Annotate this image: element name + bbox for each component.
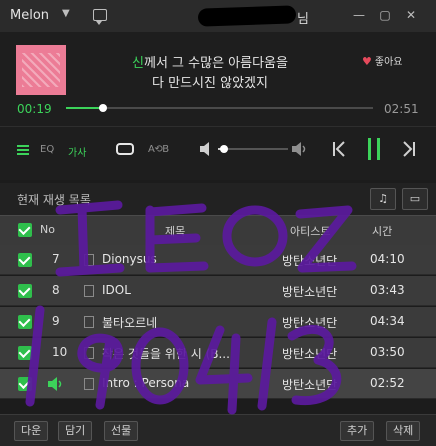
music-list-view-icon[interactable]: ♫	[370, 188, 396, 210]
minimize-button[interactable]: —	[352, 8, 366, 22]
row-title[interactable]: 불타오르네	[102, 314, 272, 331]
app-menu-caret-icon[interactable]: ▼	[62, 8, 70, 19]
music-file-icon	[84, 347, 94, 359]
seek-progress	[66, 107, 103, 109]
divider	[0, 126, 436, 127]
video-view-icon[interactable]: ▭	[402, 188, 428, 210]
row-checkbox[interactable]	[18, 377, 32, 391]
row-time: 03:43	[370, 283, 405, 297]
add-button[interactable]: 추가	[340, 421, 375, 441]
lyric-line-1-rest: 께서 그 수많은 아름다움을	[144, 56, 288, 71]
row-number: 8	[52, 283, 60, 297]
volume-max-icon[interactable]	[292, 142, 308, 156]
row-time: 04:34	[370, 314, 405, 328]
row-time: 04:10	[370, 252, 405, 266]
seek-bar[interactable]	[66, 104, 373, 112]
row-title[interactable]: IDOL	[102, 283, 272, 297]
app-logo[interactable]: Melon	[10, 8, 49, 23]
row-checkbox[interactable]	[18, 346, 32, 360]
row-artist[interactable]: 방탄소년단	[282, 376, 337, 393]
music-file-icon	[84, 254, 94, 266]
row-checkbox[interactable]	[18, 315, 32, 329]
volume-slider[interactable]	[218, 145, 288, 153]
col-artist[interactable]: 아티스트	[290, 223, 330, 239]
table-row[interactable]: 7 Dionysus 방탄소년단 04:10	[0, 245, 436, 275]
row-title[interactable]: Intro : Persona	[102, 376, 272, 390]
current-time: 00:19	[17, 102, 52, 116]
username-suffix: 님	[297, 12, 309, 27]
row-artist[interactable]: 방탄소년단	[282, 314, 337, 331]
album-art[interactable]	[16, 45, 66, 95]
footer-bar: 다운 담기 선물 추가 삭제	[0, 414, 436, 446]
add-to-list-button[interactable]: 담기	[58, 421, 93, 441]
row-checkbox[interactable]	[18, 253, 32, 267]
music-file-icon	[84, 285, 94, 297]
repeat-icon[interactable]	[116, 143, 134, 155]
speaker-icon[interactable]	[200, 142, 212, 156]
total-time: 02:51	[384, 102, 419, 116]
row-title[interactable]: Dionysus	[102, 252, 272, 266]
table-row-playing[interactable]: Intro : Persona 방탄소년단 02:52	[0, 369, 436, 399]
playlist-header: 현재 재생 목록 ♫ ▭	[0, 183, 436, 215]
row-number: 7	[52, 252, 60, 266]
now-playing-speaker-icon	[48, 377, 62, 391]
music-file-icon	[84, 378, 94, 390]
next-icon[interactable]	[402, 140, 416, 158]
eq-button[interactable]: EQ	[40, 144, 54, 155]
like-button[interactable]: ♥ 좋아요	[362, 53, 402, 68]
row-artist[interactable]: 방탄소년단	[282, 345, 337, 362]
delete-button[interactable]: 삭제	[386, 421, 421, 441]
lyric-line-2: 다 만드시진 않았겠지	[152, 76, 268, 91]
player-panel: 신께서 그 수많은 아름다움을 다 만드시진 않았겠지 ♥ 좋아요 00:19 0…	[0, 32, 436, 180]
col-time[interactable]: 시간	[372, 223, 392, 239]
maximize-button[interactable]: ▢	[378, 8, 392, 22]
previous-icon[interactable]	[332, 140, 346, 158]
volume-handle[interactable]	[219, 145, 228, 153]
col-title[interactable]: 제목	[165, 223, 185, 239]
heart-icon: ♥	[362, 55, 372, 68]
music-file-icon	[84, 316, 94, 328]
chat-icon[interactable]	[93, 9, 107, 25]
gift-button[interactable]: 선물	[104, 421, 139, 441]
row-artist[interactable]: 방탄소년단	[282, 252, 337, 269]
title-bar: Melon ▼ 님 — ▢ ✕	[0, 0, 436, 32]
row-checkbox[interactable]	[18, 284, 32, 298]
seek-handle[interactable]	[98, 104, 107, 112]
row-time: 02:52	[370, 376, 405, 390]
playlist-icon[interactable]	[17, 145, 29, 155]
table-row[interactable]: 10 작은 것들을 위한 시 (B... 방탄소년단 03:50	[0, 338, 436, 368]
row-title[interactable]: 작은 것들을 위한 시 (B...	[102, 345, 272, 362]
pause-icon[interactable]	[367, 138, 381, 160]
playlist-title: 현재 재생 목록	[17, 193, 91, 207]
lyric-current-syllable: 신	[132, 56, 144, 71]
select-all-checkbox[interactable]	[18, 223, 32, 237]
download-button[interactable]: 다운	[14, 421, 49, 441]
ab-repeat-button[interactable]: A⟲B	[148, 144, 169, 155]
row-number: 10	[52, 345, 68, 359]
table-row[interactable]: 8 IDOL 방탄소년단 03:43	[0, 276, 436, 306]
like-label: 좋아요	[374, 57, 403, 68]
column-header: No 제목 아티스트 시간	[0, 215, 436, 245]
close-button[interactable]: ✕	[404, 8, 418, 22]
row-number: 9	[52, 314, 60, 328]
redacted-username	[197, 5, 297, 27]
row-time: 03:50	[370, 345, 405, 359]
table-row[interactable]: 9 불타오르네 방탄소년단 04:34	[0, 307, 436, 337]
col-no[interactable]: No	[40, 223, 55, 236]
lyrics-button[interactable]: 가사	[68, 144, 86, 159]
lyric-line-1: 신께서 그 수많은 아름다움을	[90, 52, 330, 71]
row-artist[interactable]: 방탄소년단	[282, 283, 337, 300]
